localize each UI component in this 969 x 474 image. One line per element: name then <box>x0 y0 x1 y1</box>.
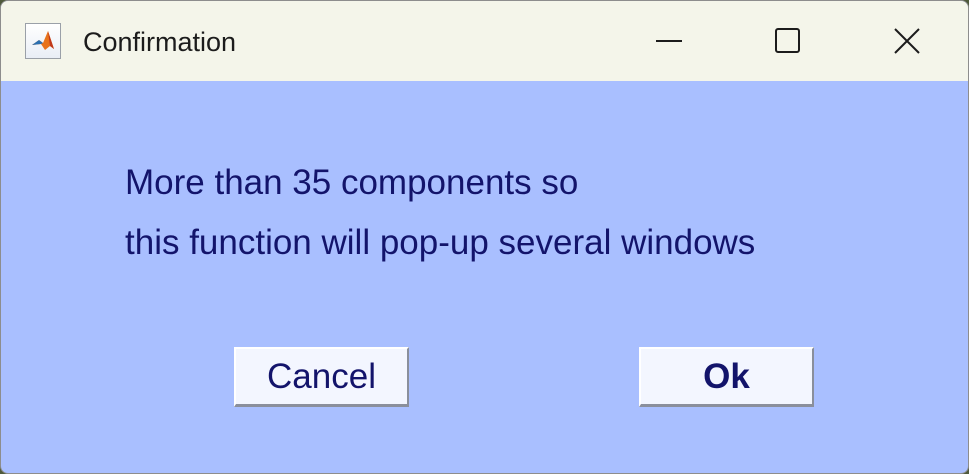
maximize-icon <box>775 28 800 53</box>
window-title: Confirmation <box>83 27 237 57</box>
matlab-icon[interactable] <box>25 23 61 59</box>
dialog-content: More than 35 components so this function… <box>1 81 968 473</box>
confirmation-window: Confirmation More than 35 components so … <box>0 0 969 474</box>
maximize-button[interactable] <box>728 1 848 81</box>
close-icon <box>894 28 920 54</box>
minimize-icon <box>656 40 682 42</box>
message-line-2: this function will pop-up several window… <box>125 223 756 262</box>
minimize-button[interactable] <box>611 1 731 81</box>
cancel-button[interactable]: Cancel <box>234 347 409 407</box>
message-line-1: More than 35 components so <box>125 163 579 202</box>
ok-button[interactable]: Ok <box>639 347 814 407</box>
close-button[interactable] <box>846 1 966 81</box>
title-bar[interactable]: Confirmation <box>1 1 968 81</box>
